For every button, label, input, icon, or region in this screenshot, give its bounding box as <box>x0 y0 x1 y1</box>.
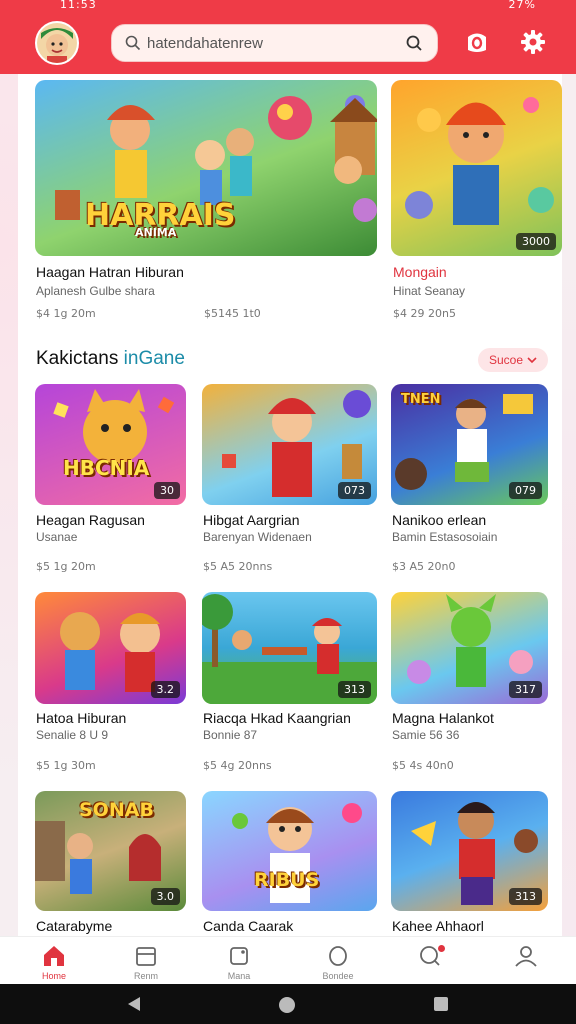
chevron-down-icon <box>527 357 537 364</box>
grid-badge-9: 313 <box>509 888 542 905</box>
grid-thumbnail-1[interactable]: HBCNIA 30 <box>35 384 186 505</box>
section-title-accent: inGane <box>118 348 185 369</box>
grid-title-5[interactable]: Riacqa Hkad Kaangrian <box>203 710 351 726</box>
grid-meta-4: $5 1g 30m <box>36 759 96 772</box>
tag-icon <box>230 947 248 965</box>
notification-icon[interactable] <box>463 28 491 56</box>
recents-icon[interactable] <box>433 996 449 1012</box>
status-battery: 27% <box>508 0 536 11</box>
nav-profile[interactable] <box>494 941 558 983</box>
nav-circle-label: Bondee <box>322 971 354 981</box>
app-header: 11:53 27% hatendahatenrew <box>0 0 576 74</box>
grid-thumbnail-7[interactable]: SONAB 3.0 <box>35 791 186 911</box>
grid-thumbnail-3[interactable]: TNEN 079 <box>391 384 548 505</box>
featured-logo-sub-1: ANIMA <box>135 226 177 239</box>
home-button-icon[interactable] <box>278 996 296 1014</box>
grid-artwork-8 <box>232 803 362 903</box>
featured-badge-2: 3000 <box>516 233 556 250</box>
grid-logo-1: HBCNIA <box>63 456 150 480</box>
status-bar: 11:53 27% <box>0 0 576 14</box>
grid-title-4[interactable]: Hatoa Hiburan <box>36 710 126 726</box>
nav-circle[interactable]: Bondee <box>306 941 370 983</box>
grid-title-8[interactable]: Canda Caarak <box>203 918 293 934</box>
nav-home[interactable]: Home <box>22 941 86 983</box>
grid-subtitle-1: Usanae <box>36 530 78 544</box>
gear-icon[interactable] <box>519 28 547 56</box>
grid-title-2[interactable]: Hibgat Aargrian <box>203 512 300 528</box>
home-icon <box>44 946 64 966</box>
section-title-main: Kakictans <box>36 348 119 369</box>
grid-title-3[interactable]: Nanikoo erlean <box>392 512 486 528</box>
search-bar[interactable]: hatendahatenrew <box>111 24 438 62</box>
system-nav-bar <box>0 984 576 1024</box>
grid-badge-6: 317 <box>509 681 542 698</box>
nav-tag-label: Mana <box>227 971 251 981</box>
grid-badge-1: 30 <box>154 482 180 499</box>
nav-store[interactable]: Renm <box>114 941 178 983</box>
featured-subtitle-2: Hinat Seanay <box>393 284 466 298</box>
grid-thumbnail-2[interactable]: 073 <box>202 384 377 505</box>
section-title: Kakictans inGane <box>36 348 185 370</box>
featured-meta-1b: $5145 1t0 <box>204 307 261 320</box>
grid-title-7[interactable]: Catarabyme <box>36 918 112 934</box>
grid-badge-2: 073 <box>338 482 371 499</box>
featured-thumbnail-2[interactable]: 3000 <box>391 80 562 256</box>
grid-meta-3: $3 A5 20n0 <box>392 560 456 573</box>
nav-tag[interactable]: Mana <box>207 941 271 983</box>
grid-subtitle-6: Samie 56 36 <box>392 728 460 742</box>
featured-subtitle-1: Aplanesh Gulbe shara <box>36 284 155 298</box>
grid-subtitle-3: Bamin Estasosoiain <box>392 530 498 544</box>
featured-title-2[interactable]: Mongain <box>393 264 447 280</box>
grid-meta-1: $5 1g 20m <box>36 560 96 573</box>
grid-meta-5: $5 4g 20nns <box>203 759 272 772</box>
grid-badge-3: 079 <box>509 482 542 499</box>
grid-badge-5: 313 <box>338 681 371 698</box>
grid-thumbnail-4[interactable]: 3.2 <box>35 592 186 704</box>
grid-thumbnail-5[interactable]: 313 <box>202 592 377 704</box>
grid-logo-3: TNEN <box>401 392 441 407</box>
grid-meta-2: $5 A5 20nns <box>203 560 273 573</box>
circle-icon <box>329 946 347 966</box>
grid-title-1[interactable]: Heagan Ragusan <box>36 512 145 528</box>
featured-meta-2: $4 29 20n5 <box>393 307 456 320</box>
grid-meta-6: $5 4s 40n0 <box>392 759 454 772</box>
featured-meta-1: $4 1g 20m <box>36 307 96 320</box>
search-input[interactable]: hatendahatenrew <box>147 35 405 52</box>
see-more-label: Sucoe <box>488 353 524 367</box>
avatar[interactable] <box>35 21 79 65</box>
grid-subtitle-2: Barenyan Widenaen <box>203 530 312 544</box>
grid-subtitle-5: Bonnie 87 <box>203 728 258 742</box>
grid-title-9[interactable]: Kahee Ahhaorl <box>392 918 484 934</box>
nav-store-label: Renm <box>133 971 158 981</box>
grid-logo-7: SONAB <box>79 799 154 821</box>
nav-home-label: Home <box>41 971 66 981</box>
store-icon <box>136 947 156 966</box>
grid-subtitle-4: Senalie 8 U 9 <box>36 728 109 742</box>
status-time: 11:53 <box>60 0 97 11</box>
grid-thumbnail-8[interactable]: RIBUS <box>202 791 377 911</box>
search-submit-icon[interactable] <box>405 34 423 52</box>
grid-logo-8: RIBUS <box>254 869 320 891</box>
bottom-nav: Home Renm Mana Bondee <box>0 936 576 984</box>
notification-dot <box>438 945 445 952</box>
featured-artwork-2 <box>405 97 554 225</box>
grid-title-6[interactable]: Magna Halankot <box>392 710 494 726</box>
nav-chat[interactable] <box>398 941 462 983</box>
see-more-button[interactable]: Sucoe <box>478 348 548 372</box>
featured-thumbnail-1[interactable]: HARRAIS ANIMA <box>35 80 377 256</box>
search-icon <box>125 35 141 51</box>
profile-icon <box>515 946 537 967</box>
back-icon[interactable] <box>126 996 142 1012</box>
grid-badge-7: 3.0 <box>150 888 180 905</box>
featured-title-1[interactable]: Haagan Hatran Hiburan <box>36 264 184 280</box>
grid-badge-4: 3.2 <box>150 681 180 698</box>
grid-thumbnail-9[interactable]: 313 <box>391 791 548 911</box>
grid-thumbnail-6[interactable]: 317 <box>391 592 548 704</box>
